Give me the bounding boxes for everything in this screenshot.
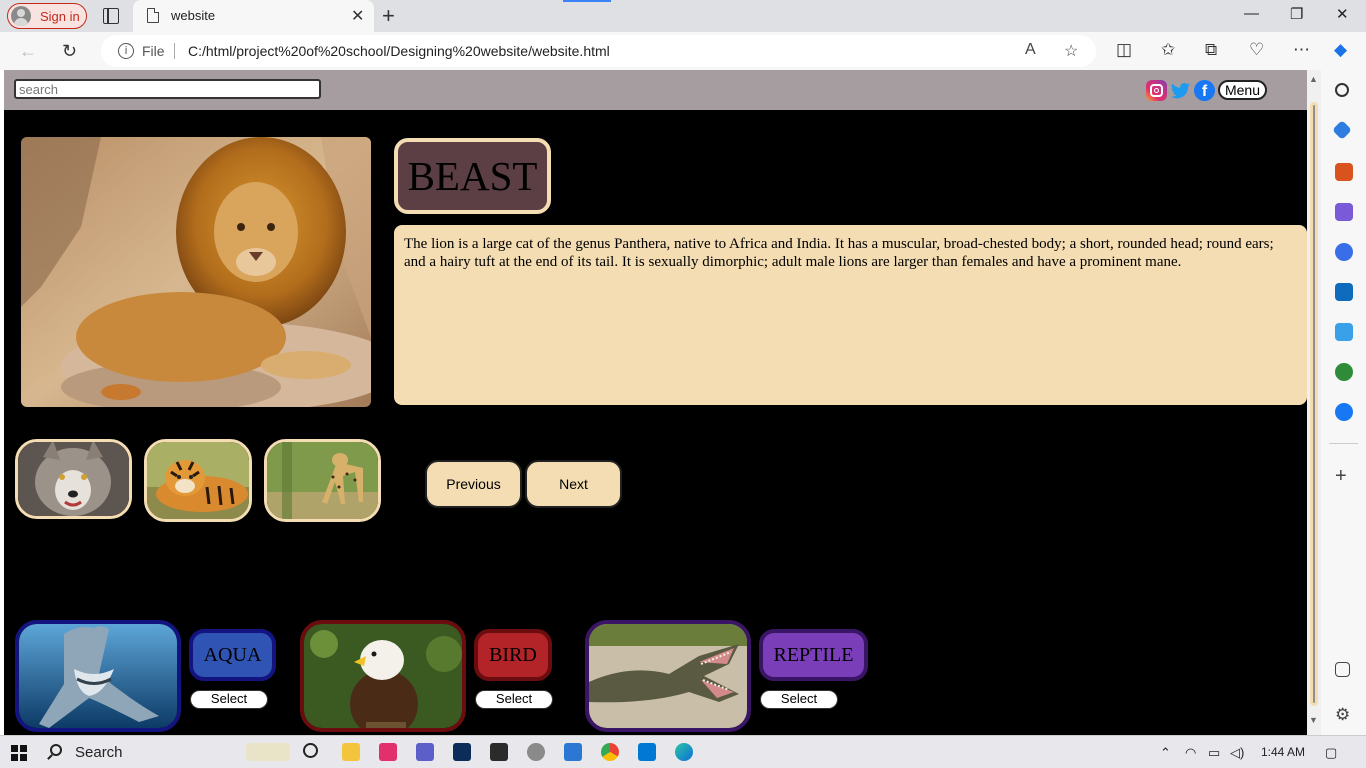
edge-sidebar: + ⚙ bbox=[1321, 70, 1366, 735]
notifications-icon[interactable]: ▢ bbox=[1325, 745, 1337, 761]
teams-icon[interactable] bbox=[416, 743, 434, 761]
browser-toolbar: ← ↻ i File C:/html/project%20of%20school… bbox=[0, 32, 1366, 70]
vscode-icon[interactable] bbox=[638, 743, 656, 761]
media-app-icon[interactable] bbox=[490, 743, 508, 761]
browser-essentials-icon[interactable]: ♡ bbox=[1249, 40, 1264, 60]
taskbar-search-label[interactable]: Search bbox=[75, 744, 123, 761]
windows-taskbar: Search ⌃ ◠ ▭ ◁) 1:44 AM ▢ bbox=[0, 735, 1366, 768]
favorite-star-icon[interactable]: ☆ bbox=[1064, 41, 1078, 61]
profile-avatar-icon bbox=[11, 6, 31, 26]
lion-image bbox=[21, 137, 371, 407]
bird-label: BIRD bbox=[474, 629, 552, 681]
crocodile-image[interactable] bbox=[585, 620, 751, 732]
tab-actions-icon[interactable] bbox=[103, 8, 119, 24]
battery-icon[interactable]: ▭ bbox=[1208, 745, 1220, 761]
favorites-icon[interactable]: ✩ bbox=[1161, 40, 1175, 60]
protocol-label: File bbox=[142, 43, 165, 59]
tab-title: website bbox=[171, 8, 216, 23]
sign-in-button[interactable]: Sign in bbox=[7, 3, 87, 29]
edge-icon[interactable] bbox=[675, 743, 693, 761]
eagle-image[interactable] bbox=[300, 620, 466, 732]
address-divider bbox=[174, 43, 175, 59]
aqua-label: AQUA bbox=[189, 629, 276, 681]
split-screen-icon[interactable]: ◫ bbox=[1116, 40, 1132, 60]
reptile-select-button[interactable]: Select bbox=[760, 690, 838, 709]
microsoft365-icon[interactable] bbox=[1335, 243, 1353, 261]
featured-title-box: BEAST bbox=[394, 138, 551, 214]
chrome-icon[interactable] bbox=[601, 743, 619, 761]
shark-image[interactable] bbox=[15, 620, 181, 732]
drop-icon[interactable] bbox=[1335, 323, 1353, 341]
refresh-icon[interactable]: ↻ bbox=[62, 41, 77, 62]
collections-icon[interactable]: ⧉ bbox=[1205, 40, 1217, 60]
scroll-down-icon[interactable]: ▼ bbox=[1309, 715, 1318, 725]
games-icon[interactable] bbox=[1335, 203, 1353, 221]
photos-icon[interactable] bbox=[564, 743, 582, 761]
add-icon[interactable]: + bbox=[1335, 465, 1347, 488]
cheetah-thumbnail[interactable] bbox=[264, 439, 381, 522]
scroll-thumb[interactable] bbox=[1310, 102, 1318, 706]
bird-select-button[interactable]: Select bbox=[475, 690, 553, 709]
page-scrollbar[interactable]: ▲ ▼ bbox=[1307, 70, 1321, 735]
reptile-label: REPTILE bbox=[759, 629, 868, 681]
featured-title: BEAST bbox=[407, 153, 538, 199]
page-icon bbox=[147, 8, 159, 23]
aqua-select-button[interactable]: Select bbox=[190, 690, 268, 709]
read-aloud-icon[interactable]: A bbox=[1025, 41, 1036, 59]
site-header: f Menu bbox=[4, 70, 1307, 110]
screenshot-icon[interactable] bbox=[1335, 662, 1350, 677]
info-icon[interactable]: i bbox=[118, 43, 134, 59]
file-explorer-icon[interactable] bbox=[342, 743, 360, 761]
close-tab-icon[interactable]: ✕ bbox=[351, 6, 364, 26]
minimize-icon[interactable]: — bbox=[1244, 5, 1259, 22]
featured-description: The lion is a large cat of the genus Pan… bbox=[394, 225, 1307, 405]
taskbar-widget-icon[interactable] bbox=[246, 743, 290, 761]
back-icon[interactable]: ← bbox=[19, 41, 37, 62]
settings-gear-icon[interactable]: ⚙ bbox=[1335, 705, 1353, 724]
tray-chevron-icon[interactable]: ⌃ bbox=[1160, 745, 1171, 761]
task-view-icon[interactable] bbox=[303, 743, 318, 758]
instagram-icon[interactable] bbox=[1146, 80, 1167, 101]
volume-icon[interactable]: ◁) bbox=[1230, 745, 1244, 761]
shopping-tag-icon[interactable] bbox=[1332, 120, 1352, 140]
facebook-icon[interactable]: f bbox=[1194, 80, 1215, 101]
sign-in-label: Sign in bbox=[40, 8, 80, 24]
previous-button[interactable]: Previous bbox=[425, 460, 522, 508]
clock-time[interactable]: 1:44 AM bbox=[1261, 745, 1305, 759]
tab-indicator bbox=[563, 0, 611, 2]
search-input[interactable] bbox=[14, 79, 321, 99]
address-bar[interactable]: i File C:/html/project%20of%20school/Des… bbox=[101, 35, 1096, 67]
next-button[interactable]: Next bbox=[525, 460, 622, 508]
copilot-icon[interactable]: ◆ bbox=[1334, 40, 1347, 60]
twitter-icon[interactable] bbox=[1170, 80, 1191, 101]
windows-start-icon[interactable] bbox=[11, 745, 27, 761]
more-icon[interactable]: ⋯ bbox=[1293, 40, 1310, 60]
wifi-icon[interactable]: ◠ bbox=[1185, 745, 1196, 761]
wolf-thumbnail[interactable] bbox=[15, 439, 132, 519]
url-text[interactable]: C:/html/project%20of%20school/Designing%… bbox=[188, 43, 610, 59]
tiger-thumbnail[interactable] bbox=[144, 439, 252, 522]
menu-button[interactable]: Menu bbox=[1218, 80, 1267, 100]
paint-icon[interactable] bbox=[527, 743, 545, 761]
outlook-icon[interactable] bbox=[1335, 283, 1353, 301]
browser-tab[interactable]: website ✕ bbox=[133, 0, 374, 32]
tree-icon[interactable] bbox=[1335, 363, 1353, 381]
search-icon[interactable] bbox=[1335, 83, 1349, 97]
browser-title-bar: Sign in website ✕ + — ❐ ✕ bbox=[0, 0, 1366, 32]
instagram-app-icon[interactable] bbox=[379, 743, 397, 761]
tools-icon[interactable] bbox=[1335, 163, 1353, 181]
restore-icon[interactable]: ❐ bbox=[1290, 5, 1303, 23]
close-window-icon[interactable]: ✕ bbox=[1336, 5, 1349, 23]
sidebar-divider bbox=[1329, 443, 1358, 444]
facebook-sidebar-icon[interactable] bbox=[1335, 403, 1353, 421]
scroll-up-icon[interactable]: ▲ bbox=[1309, 74, 1318, 84]
taskbar-search-icon[interactable] bbox=[50, 744, 62, 756]
photoshop-icon[interactable] bbox=[453, 743, 471, 761]
web-page: f Menu bbox=[4, 70, 1307, 735]
new-tab-icon[interactable]: + bbox=[382, 3, 395, 29]
